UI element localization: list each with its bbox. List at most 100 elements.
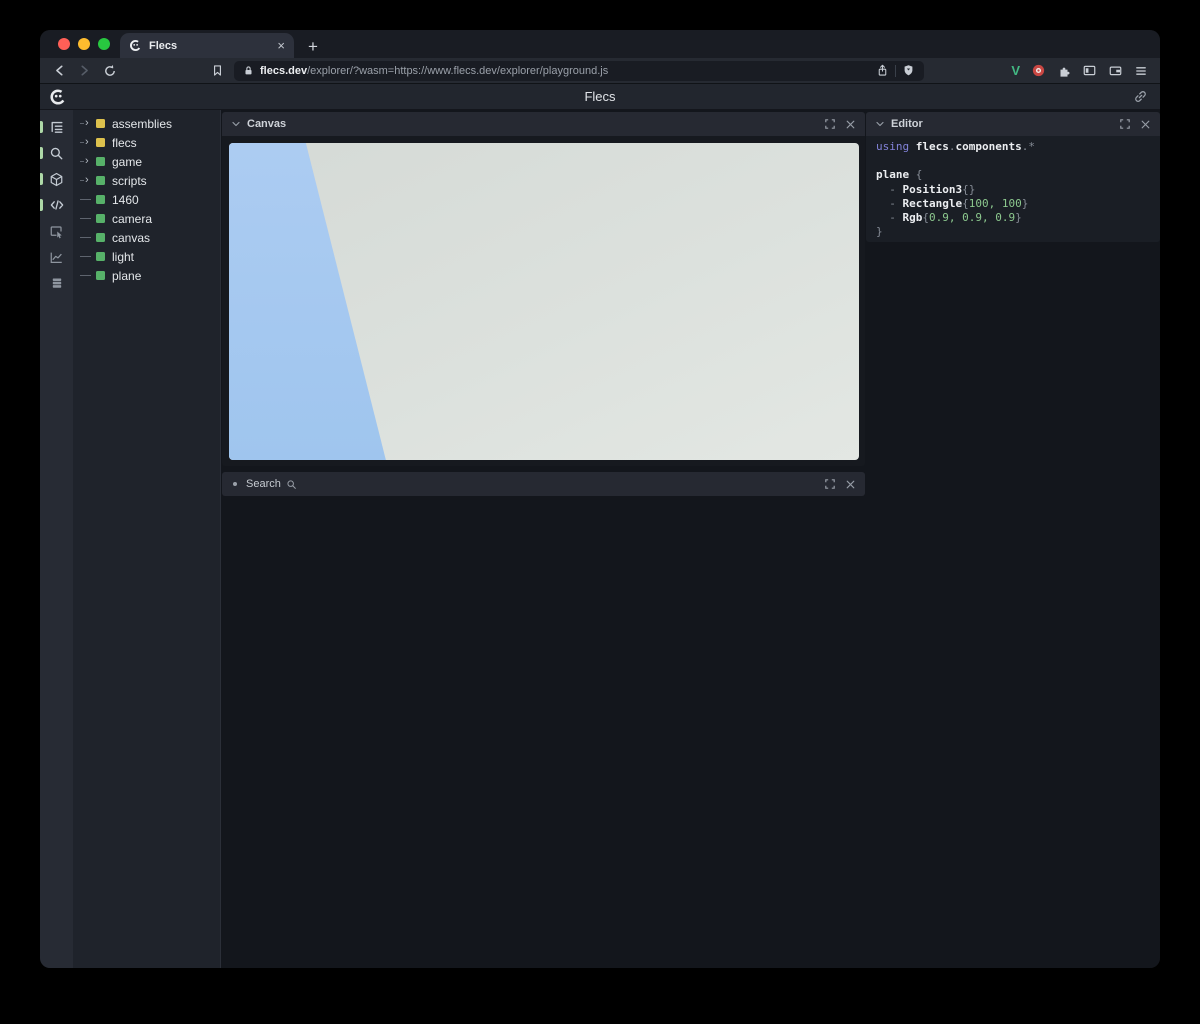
tool-sidebar [40,110,73,968]
code-line: } [876,225,1150,239]
collapsed-indicator-dot [233,482,237,486]
entity-color-square [96,138,105,147]
vue-devtools-extension-icon[interactable]: V [1011,63,1020,78]
entity-label: flecs [112,136,137,150]
tree-item-1460[interactable]: 1460 [73,190,220,209]
tree-icon [49,119,65,135]
collapse-chevron-icon[interactable] [231,119,241,129]
code-icon [49,197,65,213]
address-bar[interactable]: flecs.dev/explorer/?wasm=https://www.fle… [234,61,924,81]
brave-shield-icon[interactable] [902,64,915,77]
page-title: Flecs [40,89,1160,104]
code-line: - Rgb{0.9, 0.9, 0.9} [876,211,1150,225]
tree-guide-line [80,237,96,238]
flecs-favicon-icon [129,39,142,52]
lock-icon [243,65,254,76]
expand-chevron-icon[interactable]: › [80,175,96,186]
menu-hamburger-icon[interactable] [1134,64,1148,78]
tree-guide-line [80,275,96,276]
code-line [876,154,1150,168]
sidebar-item-code[interactable] [40,192,73,218]
tab-close-icon[interactable]: × [277,39,285,52]
tree-item-camera[interactable]: camera [73,209,220,228]
active-indicator [40,199,43,211]
search-panel-title: Search [246,478,281,490]
browser-window: Flecs × + flecs.dev/explorer/?wasm=https… [40,30,1160,968]
tree-guide-line [80,199,96,200]
close-icon[interactable] [845,479,856,490]
share-icon[interactable] [876,64,889,77]
entity-color-square [96,252,105,261]
forward-button[interactable] [78,64,91,77]
app-content: ›assemblies›flecs›game›scripts1460camera… [40,110,1160,968]
expand-chevron-icon[interactable]: › [80,137,96,148]
new-tab-button[interactable]: + [308,38,318,55]
window-close-button[interactable] [58,38,70,50]
tree-item-game[interactable]: ›game [73,152,220,171]
entity-label: scripts [112,174,147,188]
search-panel-header[interactable]: Search [222,472,865,496]
reload-button[interactable] [103,64,117,78]
sidebar-item-entity-tree[interactable] [40,114,73,140]
sidebar-toggle-icon[interactable] [1082,63,1097,78]
entity-label: 1460 [112,193,139,207]
entity-color-square [96,157,105,166]
canvas-panel-title: Canvas [247,118,286,130]
wallet-icon[interactable] [1108,63,1123,78]
canvas-panel: Canvas [222,112,865,466]
bookmark-icon[interactable] [211,64,224,77]
editor-panel-header[interactable]: Editor [866,112,1160,136]
entity-label: plane [112,269,141,283]
entity-tree: ›assemblies›flecs›game›scripts1460camera… [73,110,221,968]
tree-item-canvas[interactable]: canvas [73,228,220,247]
collapse-chevron-icon[interactable] [875,119,885,129]
sidebar-item-tables[interactable] [40,270,73,296]
inspect-icon [49,224,64,239]
search-icon [49,146,64,161]
browser-toolbar: flecs.dev/explorer/?wasm=https://www.fle… [40,58,1160,84]
search-icon [286,479,297,490]
expand-icon[interactable] [1119,118,1131,130]
tab-bar: Flecs × + [40,30,1160,58]
active-indicator [40,147,43,159]
sidebar-item-inspect[interactable] [40,218,73,244]
window-zoom-button[interactable] [98,38,110,50]
sidebar-item-stats[interactable] [40,244,73,270]
code-editor[interactable]: using flecs.components.* plane { - Posit… [866,136,1160,242]
tree-item-scripts[interactable]: › scripts [73,171,220,190]
tree-guide-line [80,218,96,219]
entity-label: canvas [112,231,150,245]
editor-panel: Editor using flecs.components.* plane { … [866,112,1160,242]
tree-guide-line [80,256,96,257]
browser-tab-flecs[interactable]: Flecs × [120,33,294,58]
entity-color-square [96,176,105,185]
expand-icon[interactable] [824,118,836,130]
extensions-puzzle-icon[interactable] [1057,64,1071,78]
tree-item-assemblies[interactable]: ›assemblies [73,114,220,133]
tree-item-flecs[interactable]: › flecs [73,133,220,152]
tab-title: Flecs [149,40,270,52]
entity-color-square [96,214,105,223]
tree-item-plane[interactable]: plane [73,266,220,285]
active-indicator [40,173,43,185]
red-extension-icon[interactable] [1031,63,1046,78]
entity-color-square [96,233,105,242]
window-minimize-button[interactable] [78,38,90,50]
entity-label: camera [112,212,152,226]
close-icon[interactable] [1140,119,1151,130]
code-line: - Position3{} [876,183,1150,197]
sidebar-item-query[interactable] [40,140,73,166]
code-line: using flecs.components.* [876,140,1150,154]
expand-icon[interactable] [824,478,836,490]
canvas-body [222,136,865,466]
close-icon[interactable] [845,119,856,130]
canvas-panel-header[interactable]: Canvas [222,112,865,136]
sidebar-item-scene[interactable] [40,166,73,192]
scene-render[interactable] [229,143,859,460]
tree-item-light[interactable]: light [73,247,220,266]
back-button[interactable] [53,64,66,77]
expand-chevron-icon[interactable]: › [80,118,96,129]
expand-chevron-icon[interactable]: › [80,156,96,167]
editor-panel-title: Editor [891,118,923,130]
window-controls [40,30,110,58]
